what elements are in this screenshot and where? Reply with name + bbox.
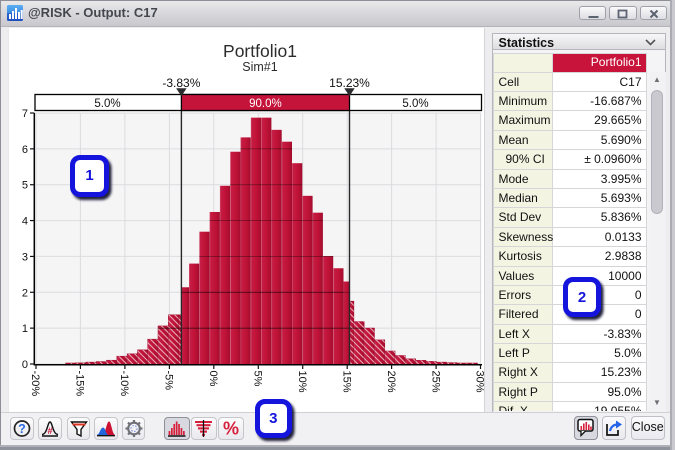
svg-text:5.0%: 5.0% [94,98,120,110]
svg-text:5.0%: 5.0% [402,98,428,110]
svg-text:#: # [48,426,53,436]
svg-text:?: ? [18,422,26,436]
svg-text:30%: 30% [473,371,484,393]
svg-text:90.0%: 90.0% [249,98,282,110]
svg-text:-15%: -15% [73,371,85,397]
svg-text:5%: 5% [251,371,263,387]
svg-text:5: 5 [21,180,27,192]
svg-text:7: 7 [21,108,27,120]
svg-text:%: % [223,418,239,438]
svg-text:0: 0 [21,359,27,371]
svg-text:-10%: -10% [118,371,130,397]
svg-text:15.23%: 15.23% [329,76,370,90]
svg-text:Sim#1: Sim#1 [242,60,277,74]
svg-text:10%: 10% [295,371,307,393]
svg-text:Portfolio1: Portfolio1 [223,41,297,61]
svg-text:25%: 25% [429,371,441,393]
svg-text:-20%: -20% [29,371,41,397]
svg-text:15%: 15% [340,371,352,393]
svg-text:4: 4 [21,216,27,228]
svg-text:6: 6 [21,144,27,156]
svg-text:1: 1 [21,323,27,335]
svg-text:3: 3 [21,251,27,263]
svg-text:20%: 20% [384,371,396,393]
svg-text:-5%: -5% [162,371,174,391]
svg-text:2: 2 [21,287,27,299]
svg-text:-3.83%: -3.83% [162,76,200,90]
svg-text:0%: 0% [207,371,219,387]
